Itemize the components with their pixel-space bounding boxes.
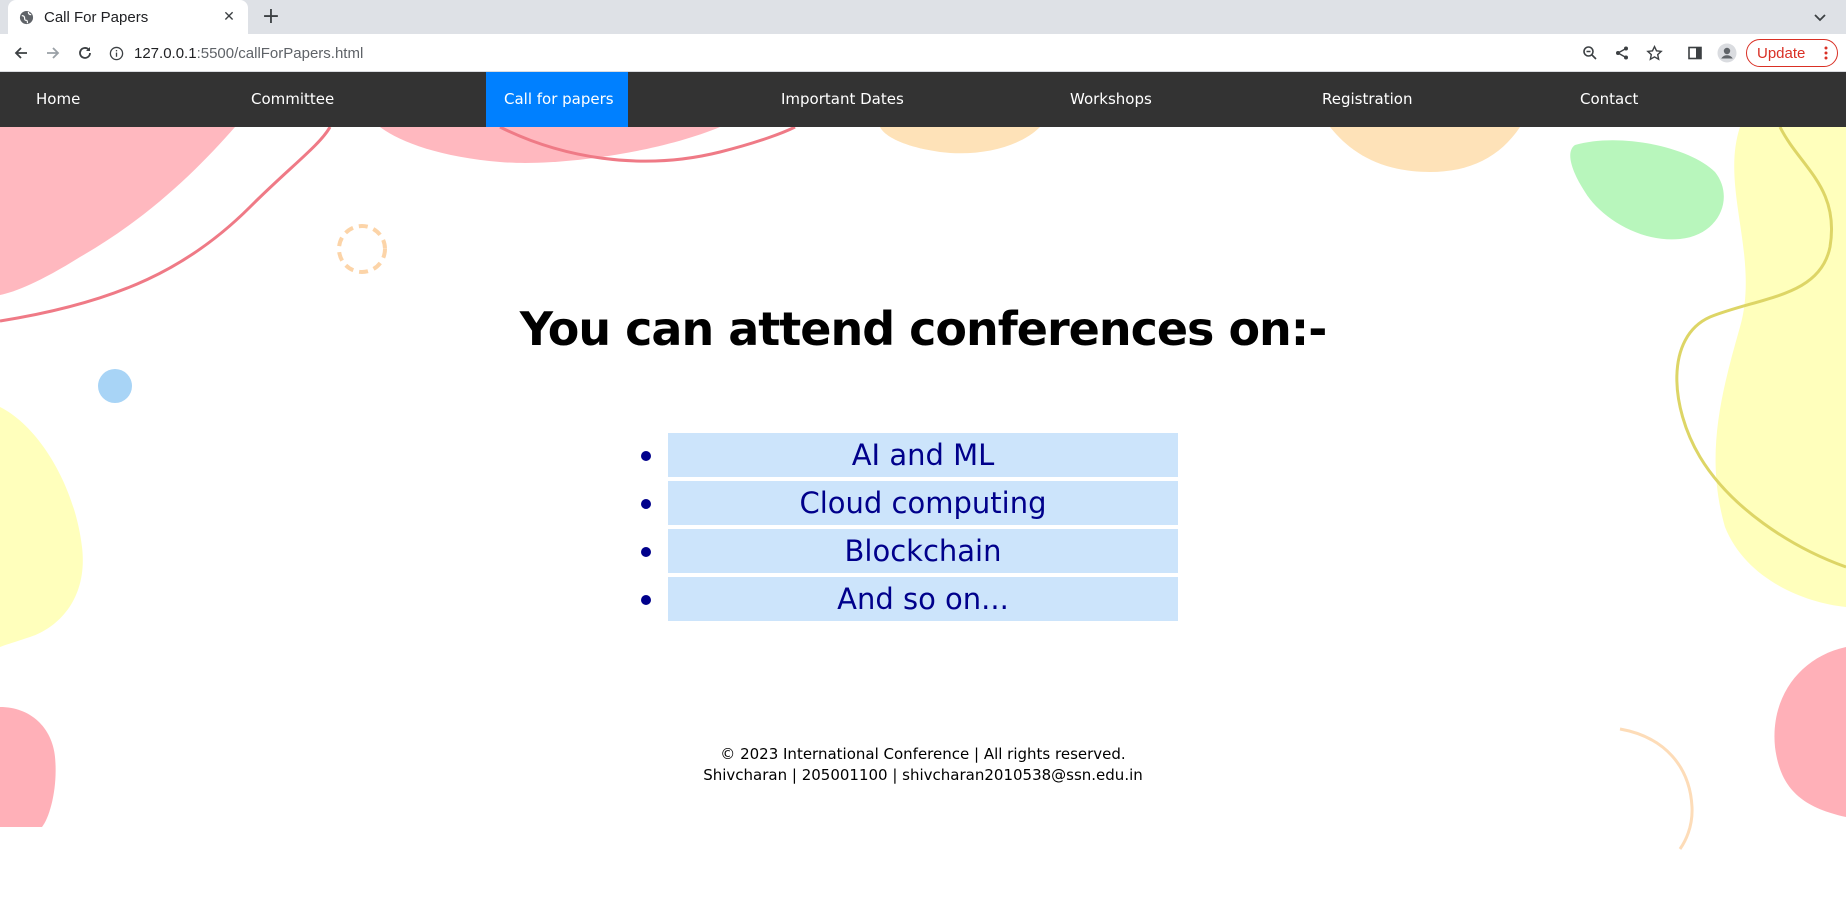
topics-list: AI and ML Cloud computing Blockchain And… [641, 433, 1178, 625]
update-label: Update [1757, 44, 1806, 62]
bookmark-star-icon[interactable] [1644, 43, 1664, 63]
footer-copyright: © 2023 International Conference | All ri… [720, 745, 1126, 763]
bullet-icon [641, 451, 651, 461]
main-content: You can attend conferences on:- AI and M… [0, 127, 1846, 922]
address-bar[interactable]: 127.0.0.1:5500/callForPapers.html [108, 39, 1588, 67]
side-panel-icon[interactable] [1685, 43, 1705, 63]
topic-label: Cloud computing [799, 486, 1047, 520]
new-tab-button[interactable]: + [258, 4, 284, 30]
chevron-down-icon[interactable] [1808, 5, 1832, 29]
list-item: And so on... [641, 577, 1178, 621]
page-heading: You can attend conferences on:- [519, 302, 1328, 356]
list-item: AI and ML [641, 433, 1178, 477]
close-icon[interactable]: ✕ [220, 9, 238, 25]
url-host: 127.0.0.1 [134, 44, 197, 62]
topic-label: Blockchain [844, 534, 1002, 568]
topic-label: AI and ML [851, 438, 995, 472]
tab-title: Call For Papers [44, 8, 149, 26]
globe-icon [18, 9, 34, 25]
bullet-icon [641, 499, 651, 509]
nav-home[interactable]: Home [18, 72, 98, 127]
url-path: :5500/callForPapers.html [196, 44, 364, 62]
orange-blob-top-right [1330, 127, 1520, 172]
share-icon[interactable] [1612, 43, 1632, 63]
yellow-blob-left [0, 407, 83, 647]
nav-call-for-papers[interactable]: Call for papers [486, 72, 628, 127]
bullet-icon [641, 547, 651, 557]
pink-blob-top-left [0, 127, 235, 295]
pink-blob-bottom-right [1774, 647, 1846, 817]
orange-blob-top [880, 127, 1040, 154]
profile-avatar-icon[interactable] [1717, 43, 1737, 63]
topic-label: And so on... [837, 582, 1009, 616]
pink-blob-top [380, 127, 720, 163]
url-text: 127.0.0.1:5500/callForPapers.html [134, 45, 363, 62]
nav-workshops[interactable]: Workshops [1052, 72, 1170, 127]
nav-important-dates[interactable]: Important Dates [763, 72, 922, 127]
browser-toolbar: 127.0.0.1:5500/callForPapers.html Update [0, 34, 1846, 72]
page-footer: © 2023 International Conference | All ri… [0, 744, 1846, 786]
update-button[interactable]: Update [1746, 39, 1838, 67]
reload-button[interactable] [73, 41, 97, 65]
reload-icon [79, 47, 91, 59]
browser-tab[interactable]: Call For Papers ✕ [8, 0, 248, 34]
browser-tab-strip: Call For Papers ✕ + [0, 0, 1846, 34]
bullet-icon [641, 595, 651, 605]
forward-button[interactable] [41, 41, 65, 65]
more-vert-icon [1824, 46, 1828, 60]
info-icon[interactable] [108, 45, 124, 61]
zoom-icon[interactable] [1580, 43, 1600, 63]
green-blob [1570, 140, 1724, 240]
list-item: Blockchain [641, 529, 1178, 573]
arrow-left-icon [14, 47, 27, 59]
nav-registration[interactable]: Registration [1304, 72, 1430, 127]
back-button[interactable] [9, 41, 33, 65]
arrow-right-icon [47, 47, 60, 59]
blue-dot [98, 369, 132, 403]
list-item: Cloud computing [641, 481, 1178, 525]
nav-committee[interactable]: Committee [233, 72, 352, 127]
footer-contact: Shivcharan | 205001100 | shivcharan20105… [703, 766, 1143, 784]
dashed-ring [337, 224, 387, 274]
nav-contact[interactable]: Contact [1562, 72, 1656, 127]
site-nav: Home Committee Call for papers Important… [0, 72, 1846, 127]
